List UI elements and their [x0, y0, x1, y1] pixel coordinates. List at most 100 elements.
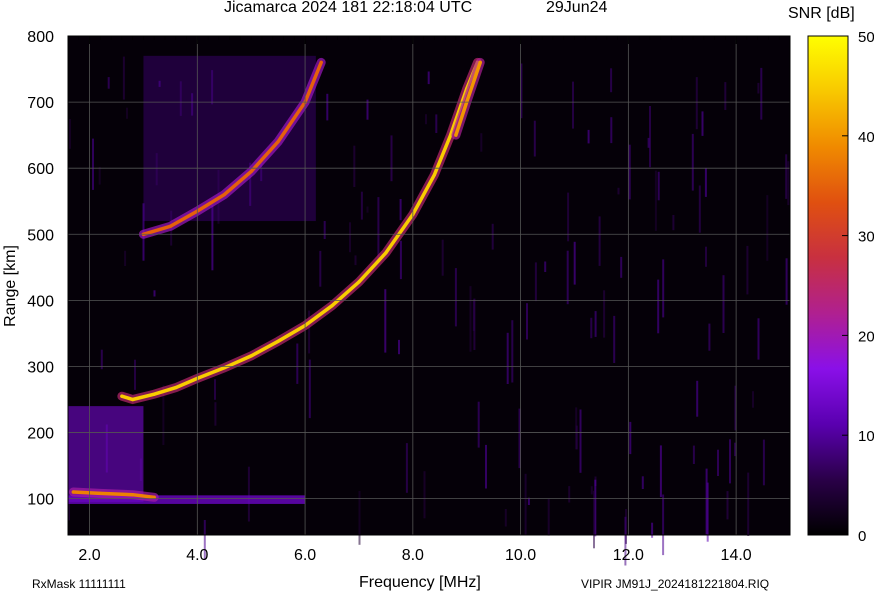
x-tick-label: 4.0	[186, 547, 208, 564]
colorbar-tick-label: 30	[858, 229, 874, 246]
noise-speck	[657, 279, 660, 334]
noise-speck	[692, 445, 695, 464]
x-tick-label: 10.0	[505, 547, 536, 564]
noise-speck	[620, 256, 623, 278]
trace-point	[131, 397, 135, 402]
noise-speck	[641, 476, 644, 489]
colorbar-tick-label: 20	[858, 328, 874, 345]
noise-speck	[214, 402, 217, 426]
noise-speck	[575, 425, 578, 450]
x-tick-label: 2.0	[78, 547, 100, 564]
noise-speck	[590, 486, 593, 495]
noise-speck	[399, 199, 402, 221]
noise-speck	[590, 317, 593, 339]
noise-speck	[427, 71, 430, 85]
colorbar-tick-label: 40	[858, 129, 874, 146]
noise-speck	[425, 114, 427, 125]
noise-speck	[247, 466, 250, 522]
trace-point	[384, 251, 388, 255]
y-tick-label: 400	[27, 293, 54, 310]
noise-speck	[435, 114, 438, 133]
trace-point	[71, 490, 75, 494]
y-tick-label: 600	[27, 161, 54, 178]
trace-point	[168, 224, 172, 228]
trace-point	[276, 140, 280, 144]
chart-date: 29Jun24	[546, 0, 608, 16]
noise-speck	[701, 111, 704, 136]
noise-speck	[613, 315, 616, 363]
noise-speck	[724, 82, 727, 110]
noise-speck	[603, 290, 606, 338]
noise-speck	[384, 289, 387, 353]
noise-speck	[124, 250, 127, 266]
noise-speck	[308, 359, 311, 419]
noise-speck	[762, 439, 765, 486]
colorbar	[807, 35, 849, 536]
noise-speck	[469, 286, 472, 352]
y-tick-label: 100	[27, 492, 54, 509]
noise-speck	[98, 166, 101, 185]
noise-speck	[593, 490, 595, 549]
trace-point	[319, 60, 323, 64]
noise-speck	[752, 391, 754, 408]
trace-point	[454, 133, 458, 137]
noise-speck	[662, 494, 665, 556]
noise-speck	[358, 491, 361, 545]
noise-speck	[572, 81, 574, 129]
trace-point	[98, 491, 102, 495]
colorbar-tick-label: 10	[858, 428, 874, 445]
noise-speck	[610, 68, 613, 93]
noise-speck	[747, 472, 750, 536]
noise-speck	[480, 133, 483, 152]
noise-speck	[506, 332, 509, 384]
noise-speck	[534, 262, 537, 302]
noise-speck	[628, 144, 631, 200]
noise-speck	[594, 311, 597, 337]
noise-speck	[544, 261, 547, 272]
y-axis-label: Range [km]	[1, 245, 19, 327]
trace-point	[152, 392, 156, 396]
spread-echo-region	[68, 406, 144, 502]
noise-speck	[423, 471, 426, 519]
noise-speck	[617, 187, 620, 195]
trace-point	[131, 493, 135, 497]
colorbar-tick-label: 0	[858, 528, 866, 545]
noise-speck	[734, 442, 736, 457]
noise-speck	[319, 250, 322, 287]
noise-speck	[587, 129, 590, 144]
noise-speck	[757, 82, 760, 94]
noise-speck	[717, 449, 719, 476]
noise-speck	[126, 107, 128, 119]
noise-speck	[107, 77, 110, 89]
x-tick-label: 12.0	[613, 547, 644, 564]
noise-speck	[705, 468, 708, 535]
y-tick-label: 700	[27, 95, 54, 112]
noise-speck	[353, 145, 356, 187]
noise-speck	[405, 443, 408, 493]
noise-speck	[766, 195, 769, 261]
noise-speck	[568, 486, 571, 503]
noise-speck	[134, 359, 136, 390]
noise-speck	[366, 99, 369, 120]
noise-speck	[659, 445, 662, 497]
noise-speck	[323, 221, 326, 239]
trace-point	[222, 193, 226, 197]
noise-speck	[695, 77, 698, 130]
noise-speck	[366, 206, 369, 213]
noise-speck	[651, 522, 654, 538]
x-tick-label: 14.0	[721, 547, 752, 564]
noise-speck	[524, 473, 527, 535]
noise-speck	[704, 168, 707, 197]
noise-speck	[491, 223, 494, 250]
noise-speck	[691, 133, 694, 191]
noise-speck	[69, 119, 71, 149]
y-tick-label: 300	[27, 359, 54, 376]
trace-point	[249, 169, 253, 174]
y-tick-label: 500	[27, 227, 54, 244]
noise-speck	[399, 240, 402, 280]
noise-speck	[598, 216, 601, 266]
noise-speck	[360, 191, 363, 220]
noise-speck	[708, 323, 711, 351]
noise-speck	[698, 185, 701, 233]
noise-speck	[296, 343, 299, 384]
